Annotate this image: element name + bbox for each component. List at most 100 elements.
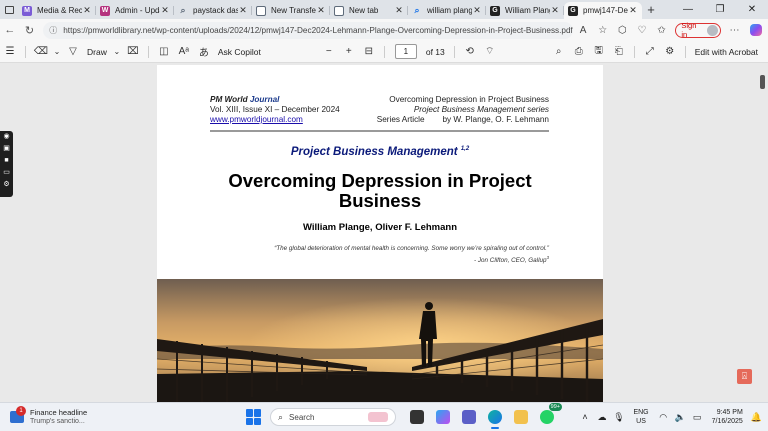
zoom-out-icon[interactable]: − bbox=[319, 46, 339, 57]
chevron-down-icon[interactable]: ⌄ bbox=[111, 47, 123, 56]
scrollbar-thumb[interactable] bbox=[760, 75, 765, 89]
settings-gear-icon[interactable]: ⚙ bbox=[0, 179, 13, 191]
page-view-icon[interactable]: ⌔ bbox=[480, 45, 500, 58]
browser-essentials-icon[interactable]: ♡ bbox=[632, 25, 652, 36]
quote-attribution: - Jon Clifton, CEO, Gallup3 bbox=[474, 255, 549, 265]
workspaces-icon[interactable] bbox=[0, 0, 18, 19]
clock-date: 7/16/2025 bbox=[711, 418, 743, 425]
close-icon[interactable]: ✕ bbox=[238, 5, 248, 16]
fullscreen-icon[interactable]: ⤢ bbox=[640, 46, 660, 57]
close-icon[interactable]: ✕ bbox=[550, 5, 560, 16]
close-icon[interactable]: ✕ bbox=[628, 5, 638, 16]
tab-title: william plange bbox=[427, 6, 472, 15]
start-windows-icon[interactable] bbox=[246, 409, 262, 425]
address-bar: ← ↻ ⓘ https://pmworldlibrary.net/wp-cont… bbox=[0, 19, 768, 41]
teams-icon[interactable] bbox=[462, 410, 476, 424]
battery-icon[interactable]: ▭ bbox=[689, 412, 706, 423]
close-window-icon[interactable]: ✕ bbox=[736, 4, 768, 15]
read-aloud-icon[interactable]: A bbox=[573, 25, 593, 36]
tab-william-search[interactable]: ⌕ william plange ✕ bbox=[408, 2, 486, 19]
tab-new-tab[interactable]: New tab ✕ bbox=[330, 2, 408, 19]
whatsapp-badge: 99+ bbox=[548, 403, 562, 411]
close-icon[interactable]: ✕ bbox=[82, 5, 92, 16]
pdf-toolbar: ☰ ⌫ ⌄ ▽ Draw ⌄ ⌧ ◫ Aᵃ あ Ask Copilot − + … bbox=[0, 41, 768, 63]
notification-bell-icon[interactable]: 🔔 bbox=[751, 412, 762, 423]
tab-pmwj147[interactable]: G pmwj147-Dec ✕ bbox=[564, 2, 642, 19]
settings-gear-icon[interactable]: ⚙ bbox=[660, 46, 680, 57]
draw-button[interactable]: Draw bbox=[87, 47, 107, 57]
news-subtitle: Trump's sanctio... bbox=[30, 418, 85, 425]
view-mode-icon[interactable]: ◫ bbox=[154, 46, 174, 57]
journal-website-link[interactable]: www.pmworldjournal.com bbox=[210, 115, 303, 125]
zoom-in-icon[interactable]: + bbox=[339, 46, 359, 57]
news-title: Finance headline bbox=[30, 408, 88, 417]
contents-icon[interactable]: ☰ bbox=[0, 46, 20, 57]
edit-with-acrobat-button[interactable]: Edit with Acrobat bbox=[695, 47, 758, 57]
chevron-down-icon[interactable]: ⌄ bbox=[51, 47, 63, 56]
camera-icon[interactable]: ▣ bbox=[0, 143, 13, 155]
taskbar-search[interactable]: ⌕ Search bbox=[270, 408, 396, 426]
save-as-icon[interactable]: ⎗ bbox=[609, 46, 629, 57]
news-widget[interactable]: 1 Finance headline Trump's sanctio... bbox=[10, 406, 120, 426]
favorites-icon[interactable]: ✩ bbox=[652, 25, 672, 36]
journal-header: PM World Journal Overcoming Depression i… bbox=[210, 95, 549, 125]
url-text: https://pmworldlibrary.net/wp-content/up… bbox=[63, 25, 573, 35]
tab-title: pmwj147-Dec bbox=[583, 6, 628, 15]
chevron-up-icon[interactable]: ˄ bbox=[576, 412, 593, 422]
pdf-viewer[interactable]: ◉ ▣ ■ ▭ ⚙ PM World Journal Overcoming De… bbox=[0, 63, 768, 402]
search-icon[interactable]: ⌕ bbox=[549, 46, 569, 57]
rotate-icon[interactable]: ⟲ bbox=[460, 46, 480, 57]
draw-icon[interactable]: ▽ bbox=[63, 46, 83, 57]
tab-william-plange[interactable]: G William Plang ✕ bbox=[486, 2, 564, 19]
windows-taskbar: 1 Finance headline Trump's sanctio... ⌕ … bbox=[0, 402, 768, 431]
clock[interactable]: 9:45 PM 7/16/2025 bbox=[712, 408, 743, 426]
save-icon[interactable]: 🖫 bbox=[589, 43, 609, 60]
file-viewer-app-icon[interactable] bbox=[410, 410, 424, 424]
restore-icon[interactable]: ❐ bbox=[704, 4, 736, 15]
onedrive-icon[interactable]: ☁ bbox=[593, 412, 610, 423]
page-info-icon[interactable]: ⓘ bbox=[49, 25, 57, 36]
more-menu-icon[interactable]: ⋯ bbox=[725, 25, 745, 36]
refresh-icon[interactable]: ↻ bbox=[20, 24, 40, 37]
tab-paystack[interactable]: ⌕ paystack dash ✕ bbox=[174, 2, 252, 19]
print-icon[interactable]: ⎙ bbox=[569, 46, 589, 57]
translate-icon[interactable]: あ bbox=[194, 44, 214, 59]
close-icon[interactable]: ✕ bbox=[316, 5, 326, 16]
window-icon[interactable]: ▭ bbox=[0, 167, 13, 179]
close-icon[interactable]: ✕ bbox=[472, 5, 482, 16]
whatsapp-icon[interactable]: 99+ bbox=[540, 403, 562, 424]
volume-icon[interactable]: 🔈 bbox=[672, 412, 689, 423]
extensions-icon[interactable]: ⬡ bbox=[613, 25, 633, 36]
issue-label: Vol. XIII, Issue XI – December 2024 bbox=[210, 105, 340, 114]
page-number-input[interactable]: 1 bbox=[394, 44, 417, 59]
tab-media[interactable]: M Media & Reco ✕ bbox=[18, 2, 96, 19]
tab-admin[interactable]: W Admin - Upda ✕ bbox=[96, 2, 174, 19]
tab-new-transfer[interactable]: New Transfer ✕ bbox=[252, 2, 330, 19]
language-indicator[interactable]: ENG US bbox=[633, 408, 648, 426]
file-explorer-icon[interactable] bbox=[514, 410, 528, 424]
copilot-app-icon[interactable] bbox=[436, 410, 450, 424]
sign-in-button[interactable]: Sign in bbox=[675, 21, 721, 39]
url-field[interactable]: ⓘ https://pmworldlibrary.net/wp-content/… bbox=[43, 21, 574, 39]
copilot-icon[interactable] bbox=[750, 24, 763, 36]
microphone-icon[interactable]: 🎙 bbox=[610, 412, 627, 423]
video-icon[interactable]: ■ bbox=[0, 155, 13, 167]
capture-icon[interactable]: ◉ bbox=[0, 131, 13, 143]
fit-page-icon[interactable]: ⊟ bbox=[359, 46, 379, 57]
language-code: ENG bbox=[633, 409, 649, 416]
favorite-star-icon[interactable]: ☆ bbox=[593, 25, 613, 36]
back-icon[interactable]: ← bbox=[0, 24, 20, 36]
minimize-icon[interactable]: — bbox=[672, 4, 704, 15]
read-aloud-icon[interactable]: Aᵃ bbox=[174, 46, 194, 57]
edge-icon[interactable] bbox=[488, 410, 502, 429]
quote-text: “The global deterioration of mental heal… bbox=[274, 245, 549, 252]
ask-copilot-button[interactable]: Ask Copilot bbox=[218, 47, 261, 57]
close-icon[interactable]: ✕ bbox=[394, 5, 404, 16]
wifi-icon[interactable]: ◠ bbox=[655, 412, 672, 423]
acrobat-pdf-icon[interactable]: ⍓ bbox=[737, 369, 752, 384]
close-icon[interactable]: ✕ bbox=[160, 5, 170, 16]
eraser-icon[interactable]: ⌧ bbox=[123, 46, 143, 57]
side-tool-strip: ◉ ▣ ■ ▭ ⚙ bbox=[0, 131, 13, 197]
new-tab-button[interactable]: + bbox=[642, 2, 660, 17]
highlight-icon[interactable]: ⌫ bbox=[31, 46, 51, 57]
